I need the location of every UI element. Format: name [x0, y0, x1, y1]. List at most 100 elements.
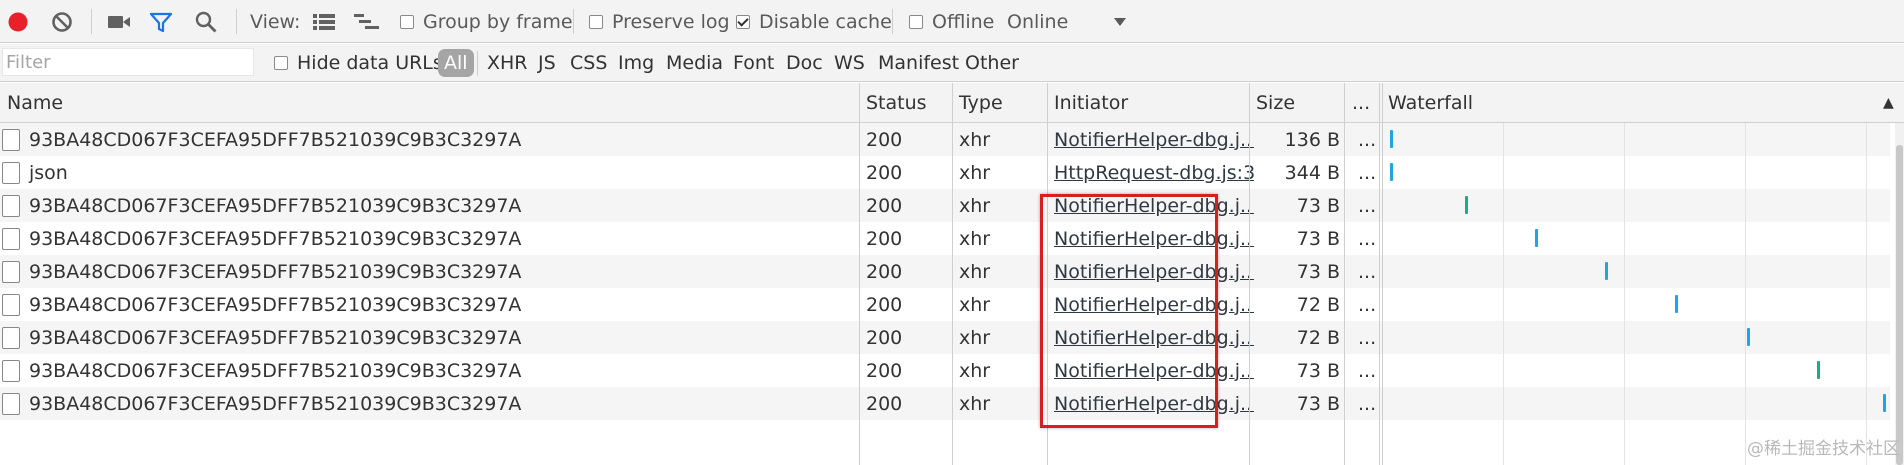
request-name-cell[interactable]: 93BA48CD067F3CEFA95DFF7B521039C9B3C3297A	[0, 288, 858, 321]
waterfall-bar[interactable]	[1464, 196, 1468, 214]
disable-cache-box[interactable]	[736, 14, 750, 29]
initiator-link[interactable]: HttpRequest-dbg.js:39	[1054, 162, 1254, 184]
throttling-select[interactable]: Online	[1007, 0, 1127, 43]
table-row[interactable]: 93BA48CD067F3CEFA95DFF7B521039C9B3C3297A…	[0, 354, 1890, 387]
capture-screenshots-button[interactable]	[106, 0, 132, 43]
initiator-link[interactable]: NotifierHelper-dbg.j...	[1054, 261, 1254, 283]
request-size: 73 B	[1296, 359, 1340, 382]
filter-type-doc[interactable]: Doc	[786, 44, 823, 82]
initiator-link[interactable]: NotifierHelper-dbg.j...	[1054, 129, 1254, 151]
request-initiator-cell: NotifierHelper-dbg.j...	[1054, 354, 1254, 387]
search-button[interactable]	[194, 0, 218, 43]
filter-type-all[interactable]: All	[438, 49, 474, 77]
filter-type-xhr[interactable]: XHR	[487, 44, 528, 82]
hide-data-urls-checkbox[interactable]: Hide data URLs	[274, 44, 443, 82]
request-size: 344 B	[1284, 161, 1340, 184]
clear-button[interactable]	[50, 0, 74, 43]
filter-toggle-button[interactable]	[149, 0, 173, 43]
filter-type-media[interactable]: Media	[666, 44, 723, 82]
table-row[interactable]: 93BA48CD067F3CEFA95DFF7B521039C9B3C3297A…	[0, 222, 1890, 255]
request-initiator-cell: NotifierHelper-dbg.j...	[1054, 189, 1254, 222]
initiator-link[interactable]: NotifierHelper-dbg.j...	[1054, 294, 1254, 316]
group-by-frame-box[interactable]	[400, 14, 414, 29]
column-header-name[interactable]: Name	[0, 83, 63, 123]
waterfall-bar[interactable]	[1604, 262, 1608, 280]
column-header-type[interactable]: Type	[952, 83, 1003, 123]
filter-divider	[477, 51, 478, 76]
request-name: 93BA48CD067F3CEFA95DFF7B521039C9B3C3297A	[29, 326, 522, 349]
large-request-rows-button[interactable]	[312, 0, 336, 43]
column-header-size[interactable]: Size	[1249, 83, 1295, 123]
waterfall-gridline	[1745, 123, 1746, 465]
request-initiator-cell: NotifierHelper-dbg.j...	[1054, 321, 1254, 354]
request-status: 200	[866, 161, 903, 184]
preserve-log-label: Preserve log	[612, 10, 730, 33]
search-icon	[195, 11, 217, 32]
request-size: 73 B	[1296, 227, 1340, 250]
request-size: 73 B	[1296, 260, 1340, 283]
hide-data-urls-box[interactable]	[274, 56, 288, 70]
request-name-cell[interactable]: 93BA48CD067F3CEFA95DFF7B521039C9B3C3297A	[0, 387, 858, 420]
request-more: ...	[1358, 293, 1377, 316]
filter-type-font[interactable]: Font	[733, 44, 774, 82]
table-row[interactable]: 93BA48CD067F3CEFA95DFF7B521039C9B3C3297A…	[0, 288, 1890, 321]
waterfall-gridline	[1866, 123, 1867, 465]
request-name-cell[interactable]: 93BA48CD067F3CEFA95DFF7B521039C9B3C3297A	[0, 354, 858, 387]
column-divider	[1382, 83, 1383, 465]
table-row[interactable]: 93BA48CD067F3CEFA95DFF7B521039C9B3C3297A…	[0, 123, 1890, 156]
toolbar-divider	[892, 9, 893, 34]
waterfall-bar[interactable]	[1817, 361, 1821, 379]
request-name: 93BA48CD067F3CEFA95DFF7B521039C9B3C3297A	[29, 227, 522, 250]
filter-type-other[interactable]: Other	[965, 44, 1019, 82]
request-name-cell[interactable]: 93BA48CD067F3CEFA95DFF7B521039C9B3C3297A	[0, 189, 858, 222]
waterfall-bar[interactable]	[1534, 229, 1538, 247]
request-size: 72 B	[1296, 293, 1340, 316]
waterfall-bar[interactable]	[1747, 328, 1751, 346]
offline-checkbox[interactable]: Offline	[909, 0, 994, 43]
waterfall-bar[interactable]	[1882, 394, 1886, 412]
request-name-cell[interactable]: 93BA48CD067F3CEFA95DFF7B521039C9B3C3297A	[0, 123, 858, 156]
table-row[interactable]: 93BA48CD067F3CEFA95DFF7B521039C9B3C3297A…	[0, 189, 1890, 222]
filter-type-manifest[interactable]: Manifest	[878, 44, 959, 82]
column-header-more[interactable]: ...	[1345, 83, 1370, 123]
request-name-cell[interactable]: json	[0, 156, 858, 189]
group-by-frame-checkbox[interactable]: Group by frame	[400, 0, 573, 43]
vertical-scrollbar[interactable]	[1895, 123, 1904, 465]
request-name-cell[interactable]: 93BA48CD067F3CEFA95DFF7B521039C9B3C3297A	[0, 255, 858, 288]
request-name-cell[interactable]: 93BA48CD067F3CEFA95DFF7B521039C9B3C3297A	[0, 321, 858, 354]
request-name-cell[interactable]: 93BA48CD067F3CEFA95DFF7B521039C9B3C3297A	[0, 222, 858, 255]
column-header-status[interactable]: Status	[859, 83, 927, 123]
column-header-initiator[interactable]: Initiator	[1047, 83, 1128, 123]
offline-box[interactable]	[909, 14, 923, 29]
table-row[interactable]: json 200 xhr HttpRequest-dbg.js:39 344 B...	[0, 156, 1890, 189]
initiator-link[interactable]: NotifierHelper-dbg.j...	[1054, 228, 1254, 250]
filter-type-js[interactable]: JS	[538, 44, 556, 82]
hide-data-urls-label: Hide data URLs	[297, 52, 443, 74]
column-header-waterfall[interactable]: Waterfall	[1381, 83, 1473, 123]
table-row[interactable]: 93BA48CD067F3CEFA95DFF7B521039C9B3C3297A…	[0, 387, 1890, 420]
preserve-log-checkbox[interactable]: Preserve log	[589, 0, 730, 43]
filter-type-ws[interactable]: WS	[834, 44, 865, 82]
filter-type-css[interactable]: CSS	[570, 44, 607, 82]
column-divider	[1047, 83, 1048, 465]
file-icon	[2, 128, 20, 151]
filter-type-img[interactable]: Img	[618, 44, 654, 82]
show-overview-button[interactable]	[353, 0, 381, 43]
request-type: xhr	[959, 128, 991, 151]
file-icon	[2, 260, 20, 283]
filter-bar: Hide data URLs All XHR JS CSS Img Media …	[0, 44, 1904, 82]
waterfall-bar[interactable]	[1675, 295, 1679, 313]
filter-input[interactable]	[2, 48, 254, 76]
record-button[interactable]	[6, 0, 30, 43]
table-row[interactable]: 93BA48CD067F3CEFA95DFF7B521039C9B3C3297A…	[0, 321, 1890, 354]
disable-cache-checkbox[interactable]: Disable cache	[736, 0, 892, 43]
request-size: 72 B	[1296, 326, 1340, 349]
initiator-link[interactable]: NotifierHelper-dbg.j...	[1054, 393, 1254, 415]
initiator-link[interactable]: NotifierHelper-dbg.j...	[1054, 327, 1254, 349]
scrollbar-thumb[interactable]	[1896, 145, 1903, 465]
preserve-log-box[interactable]	[589, 14, 603, 29]
initiator-link[interactable]: NotifierHelper-dbg.j...	[1054, 195, 1254, 217]
request-more: ...	[1358, 194, 1377, 217]
request-initiator-cell: HttpRequest-dbg.js:39	[1054, 156, 1254, 189]
initiator-link[interactable]: NotifierHelper-dbg.j...	[1054, 360, 1254, 382]
